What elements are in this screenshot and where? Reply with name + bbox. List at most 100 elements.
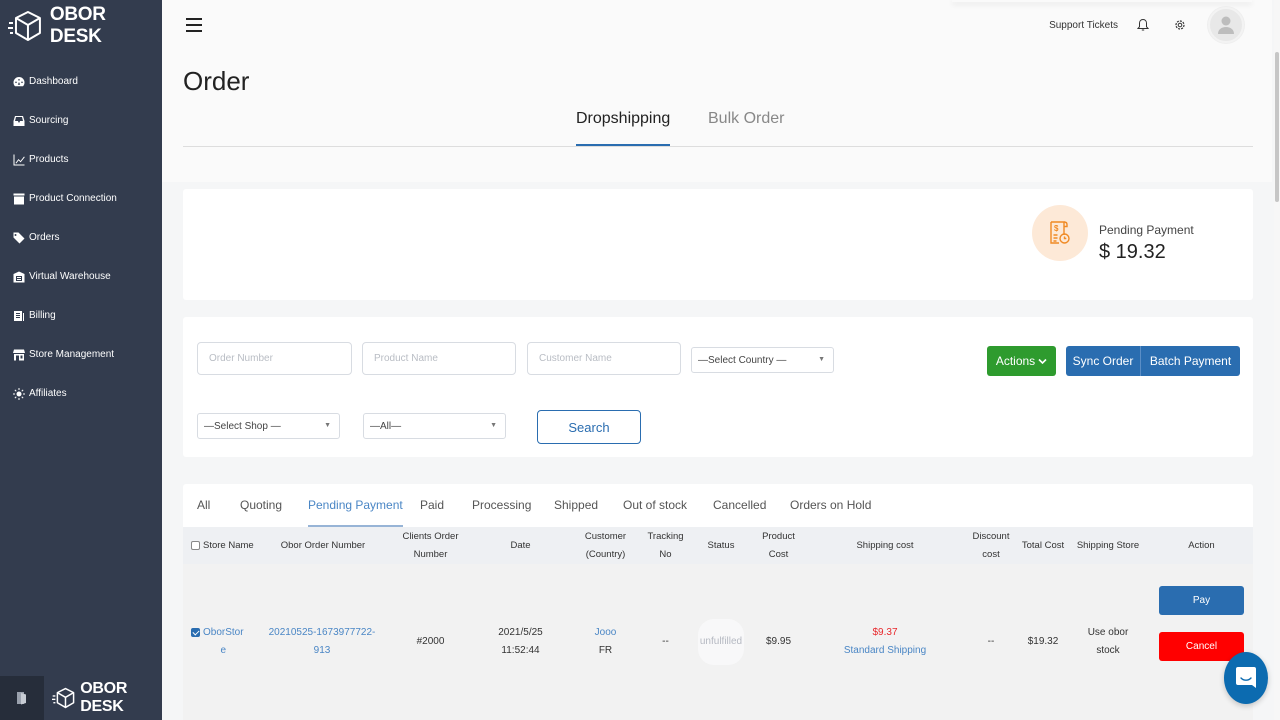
- status-tab-all[interactable]: All: [197, 498, 210, 527]
- th-label-line: Cost: [768, 548, 789, 560]
- support-tickets-link[interactable]: Support Tickets: [1049, 20, 1118, 31]
- shop-select[interactable]: —Select Shop — ▼: [197, 413, 340, 439]
- status-tab-orders-on-hold[interactable]: Orders on Hold: [790, 498, 871, 527]
- store-name-link[interactable]: OborStor e: [203, 624, 244, 660]
- customer-country: FR: [598, 645, 613, 656]
- obor-order-line: 913: [313, 645, 331, 656]
- status-select[interactable]: —All— ▼: [363, 413, 506, 439]
- pending-payment-amount: $ 19.32: [1099, 241, 1166, 263]
- actions-label: Actions: [995, 354, 1036, 368]
- pay-button[interactable]: Pay: [1159, 586, 1244, 615]
- table-header: Store Name Obor Order Number Clients Ord…: [183, 527, 1253, 564]
- td-client-order-number: #2000: [416, 636, 445, 647]
- country-select[interactable]: —Select Country — ▼: [691, 347, 834, 373]
- svg-text:$: $: [1054, 224, 1059, 233]
- gear-icon[interactable]: [1169, 14, 1191, 36]
- sidebar-item-label: Dashboard: [29, 76, 78, 87]
- scrollbar-thumb[interactable]: [1275, 52, 1279, 202]
- status-tab-pending-payment[interactable]: Pending Payment: [308, 498, 403, 527]
- sidebar-item-billing[interactable]: Billing: [0, 296, 162, 335]
- th-label-line: Tracking: [647, 530, 684, 542]
- shipping-store-line: Use obor: [1087, 627, 1129, 638]
- sidebar-item-label: Virtual Warehouse: [29, 271, 111, 282]
- chevron-down-icon: [1038, 358, 1047, 364]
- bell-icon[interactable]: [1132, 14, 1154, 36]
- td-discount: --: [987, 636, 995, 647]
- status-tab-out-of-stock[interactable]: Out of stock: [623, 498, 687, 527]
- hamburger-icon-bar: [186, 18, 202, 20]
- country-select-value: —Select Country —: [698, 354, 787, 366]
- th-obor-order-number: Obor Order Number: [280, 539, 366, 551]
- td-date: 2021/5/25 11:52:44: [483, 564, 558, 720]
- status-tab-cancelled[interactable]: Cancelled: [713, 498, 766, 527]
- cancel-button[interactable]: Cancel: [1159, 632, 1244, 661]
- receipt-clock-icon: $: [1050, 221, 1070, 244]
- sidebar-item-store-management[interactable]: Store Management: [0, 335, 162, 374]
- th-tracking-no: Tracking No: [638, 527, 693, 564]
- product-name-input[interactable]: [362, 342, 516, 375]
- customer-link[interactable]: Jooo: [595, 624, 617, 642]
- th-store-name-label: Store Name: [203, 539, 254, 551]
- hamburger-icon-bar: [186, 24, 202, 26]
- page-header: Order Dropshipping Bulk Order: [162, 52, 1272, 182]
- status-tab-paid[interactable]: Paid: [420, 498, 444, 527]
- affiliates-icon: [12, 387, 25, 400]
- page-title: Order: [183, 66, 250, 96]
- obor-order-number-link[interactable]: 20210525-1673977722- 913: [263, 564, 381, 720]
- inbox-icon: [12, 114, 25, 127]
- sidebar-item-virtual-warehouse[interactable]: Virtual Warehouse: [0, 257, 162, 296]
- row-select-checkbox[interactable]: [191, 628, 200, 637]
- logout-button[interactable]: [0, 676, 44, 720]
- sync-order-button[interactable]: Sync Order: [1066, 346, 1141, 376]
- store-name-cell: OborStor e: [191, 624, 244, 660]
- sidebar-item-product-connection[interactable]: Product Connection: [0, 179, 162, 218]
- select-all-checkbox[interactable]: [191, 541, 200, 550]
- obor-order-line: 20210525-1673977722-: [268, 627, 376, 638]
- sidebar-item-label: Store Management: [29, 349, 115, 360]
- actions-dropdown-button[interactable]: Actions: [987, 346, 1056, 376]
- status-tab-processing[interactable]: Processing: [472, 498, 531, 527]
- orders-table-card: All Quoting Pending Payment Paid Process…: [183, 484, 1253, 720]
- shipping-method-link[interactable]: Standard Shipping: [844, 642, 926, 660]
- user-avatar[interactable]: [1208, 7, 1244, 43]
- brand-name: OBOR DESK: [49, 4, 106, 47]
- th-total-cost: Total Cost: [1021, 539, 1065, 551]
- store-name-line: e: [220, 645, 227, 656]
- store-icon: [12, 348, 25, 361]
- brand-logo[interactable]: OBOR DESK: [8, 4, 162, 47]
- tab-bulk-order[interactable]: Bulk Order: [708, 108, 784, 146]
- logout-icon: [17, 692, 26, 705]
- sidebar-item-products[interactable]: Products: [0, 140, 162, 179]
- sidebar-item-orders[interactable]: Orders: [0, 218, 162, 257]
- th-store-name: Store Name: [191, 527, 261, 564]
- th-status: Status: [707, 539, 735, 551]
- th-label-line: (Country): [585, 548, 626, 560]
- menu-toggle-button[interactable]: [186, 18, 202, 32]
- store-name-line: OborStor: [203, 627, 244, 638]
- sidebar-item-affiliates[interactable]: Affiliates: [0, 374, 162, 413]
- th-customer-country: Customer (Country): [578, 527, 633, 564]
- status-tab-quoting[interactable]: Quoting: [240, 498, 282, 527]
- caret-down-icon: ▼: [490, 422, 497, 429]
- th-discount-cost: Discount cost: [963, 527, 1019, 564]
- page-scrollbar[interactable]: [1274, 0, 1280, 720]
- search-button[interactable]: Search: [537, 410, 641, 444]
- dashboard-icon: [12, 75, 25, 88]
- th-label-line: Product: [762, 530, 795, 542]
- th-label-line: cost: [982, 548, 1000, 560]
- order-number-input[interactable]: [197, 342, 352, 375]
- shop-select-value: —Select Shop —: [204, 420, 281, 432]
- sidebar: OBOR DESK Dashboard Sourcing Products Pr…: [0, 0, 162, 720]
- th-product-cost: Product Cost: [751, 527, 806, 564]
- td-tracking: --: [662, 636, 669, 647]
- chat-support-button[interactable]: [1224, 652, 1268, 704]
- sidebar-item-dashboard[interactable]: Dashboard: [0, 62, 162, 101]
- tab-dropshipping[interactable]: Dropshipping: [576, 108, 671, 146]
- status-tab-shipped[interactable]: Shipped: [554, 498, 598, 527]
- batch-payment-button[interactable]: Batch Payment: [1141, 346, 1240, 376]
- customer-name-input[interactable]: [527, 342, 681, 375]
- sidebar-item-sourcing[interactable]: Sourcing: [0, 101, 162, 140]
- sidebar-item-label: Billing: [29, 310, 56, 321]
- th-label-line: Discount: [972, 530, 1010, 542]
- caret-down-icon: ▼: [818, 356, 825, 363]
